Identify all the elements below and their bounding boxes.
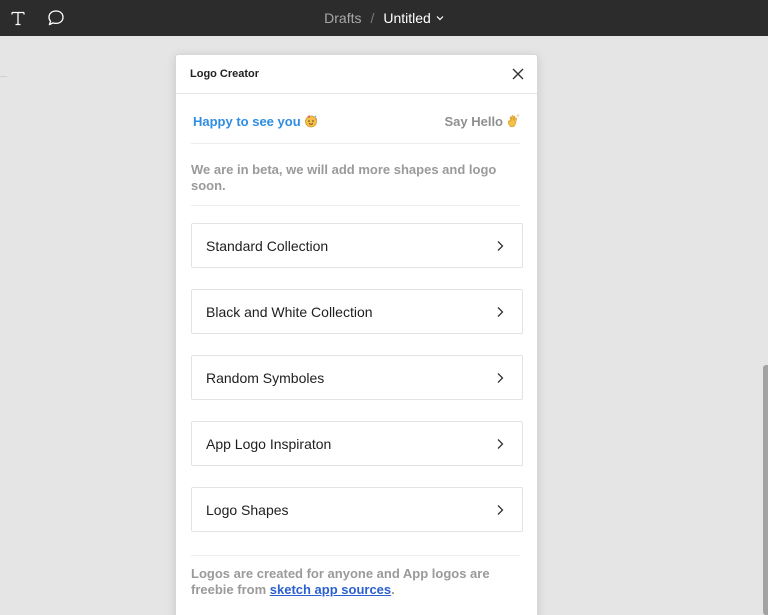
file-name: Untitled (383, 10, 431, 26)
chevron-right-icon (496, 372, 504, 384)
file-name-menu[interactable]: Untitled (383, 10, 444, 26)
text-tool-button[interactable] (2, 0, 34, 36)
chevron-down-icon (436, 16, 444, 21)
menu-item-label: Random Symboles (206, 369, 325, 386)
top-toolbar: Drafts / Untitled (0, 0, 768, 36)
footer-note: Logos are created for anyone and App log… (191, 566, 511, 598)
comment-tool-button[interactable] (40, 0, 72, 36)
chevron-right-icon (496, 240, 504, 252)
menu-item-random-symboles[interactable]: Random Symboles (191, 355, 523, 400)
chevron-right-icon (496, 438, 504, 450)
comment-icon (48, 10, 64, 26)
menu-item-label: Standard Collection (206, 237, 329, 254)
divider (191, 555, 520, 556)
breadcrumb-drafts-link[interactable]: Drafts (324, 10, 361, 26)
greeting-right-text: Say Hello (444, 113, 503, 129)
menu-item-label: Black and White Collection (206, 303, 373, 320)
sketch-app-sources-link[interactable]: sketch app sources (270, 582, 391, 597)
divider (191, 205, 520, 206)
chevron-right-icon (496, 504, 504, 516)
breadcrumb: Drafts / Untitled (0, 0, 768, 36)
say-hello-link[interactable]: Say Hello (444, 114, 520, 129)
menu-item-app-logo-inspiration[interactable]: App Logo Inspiraton (191, 421, 523, 466)
menu-item-label: Logo Shapes (206, 501, 289, 518)
greeting-left-text: Happy to see you (193, 113, 301, 129)
plugin-title: Logo Creator (190, 68, 260, 80)
party-face-icon (304, 114, 318, 128)
breadcrumb-separator: / (370, 10, 375, 26)
canvas-scrollbar[interactable] (763, 365, 768, 615)
collection-menu: Standard Collection Black and White Coll… (191, 223, 523, 553)
waving-hand-icon (506, 114, 520, 128)
menu-item-logo-shapes[interactable]: Logo Shapes (191, 487, 523, 532)
footer-text-after: . (391, 582, 395, 597)
close-button[interactable] (509, 65, 527, 83)
close-icon (512, 68, 524, 80)
divider (191, 143, 520, 144)
plugin-window: Logo Creator Happy to see you Say Hello … (175, 54, 538, 615)
text-tool-icon (11, 11, 25, 26)
happy-to-see-you-link[interactable]: Happy to see you (193, 114, 318, 129)
menu-item-black-and-white-collection[interactable]: Black and White Collection (191, 289, 523, 334)
beta-notice: We are in beta, we will add more shapes … (191, 162, 497, 193)
greeting-row: Happy to see you Say Hello (193, 109, 520, 133)
menu-item-standard-collection[interactable]: Standard Collection (191, 223, 523, 268)
chevron-right-icon (496, 306, 504, 318)
menu-item-label: App Logo Inspiraton (206, 435, 332, 452)
left-panel-edge (0, 36, 7, 77)
plugin-header: Logo Creator (176, 55, 537, 94)
